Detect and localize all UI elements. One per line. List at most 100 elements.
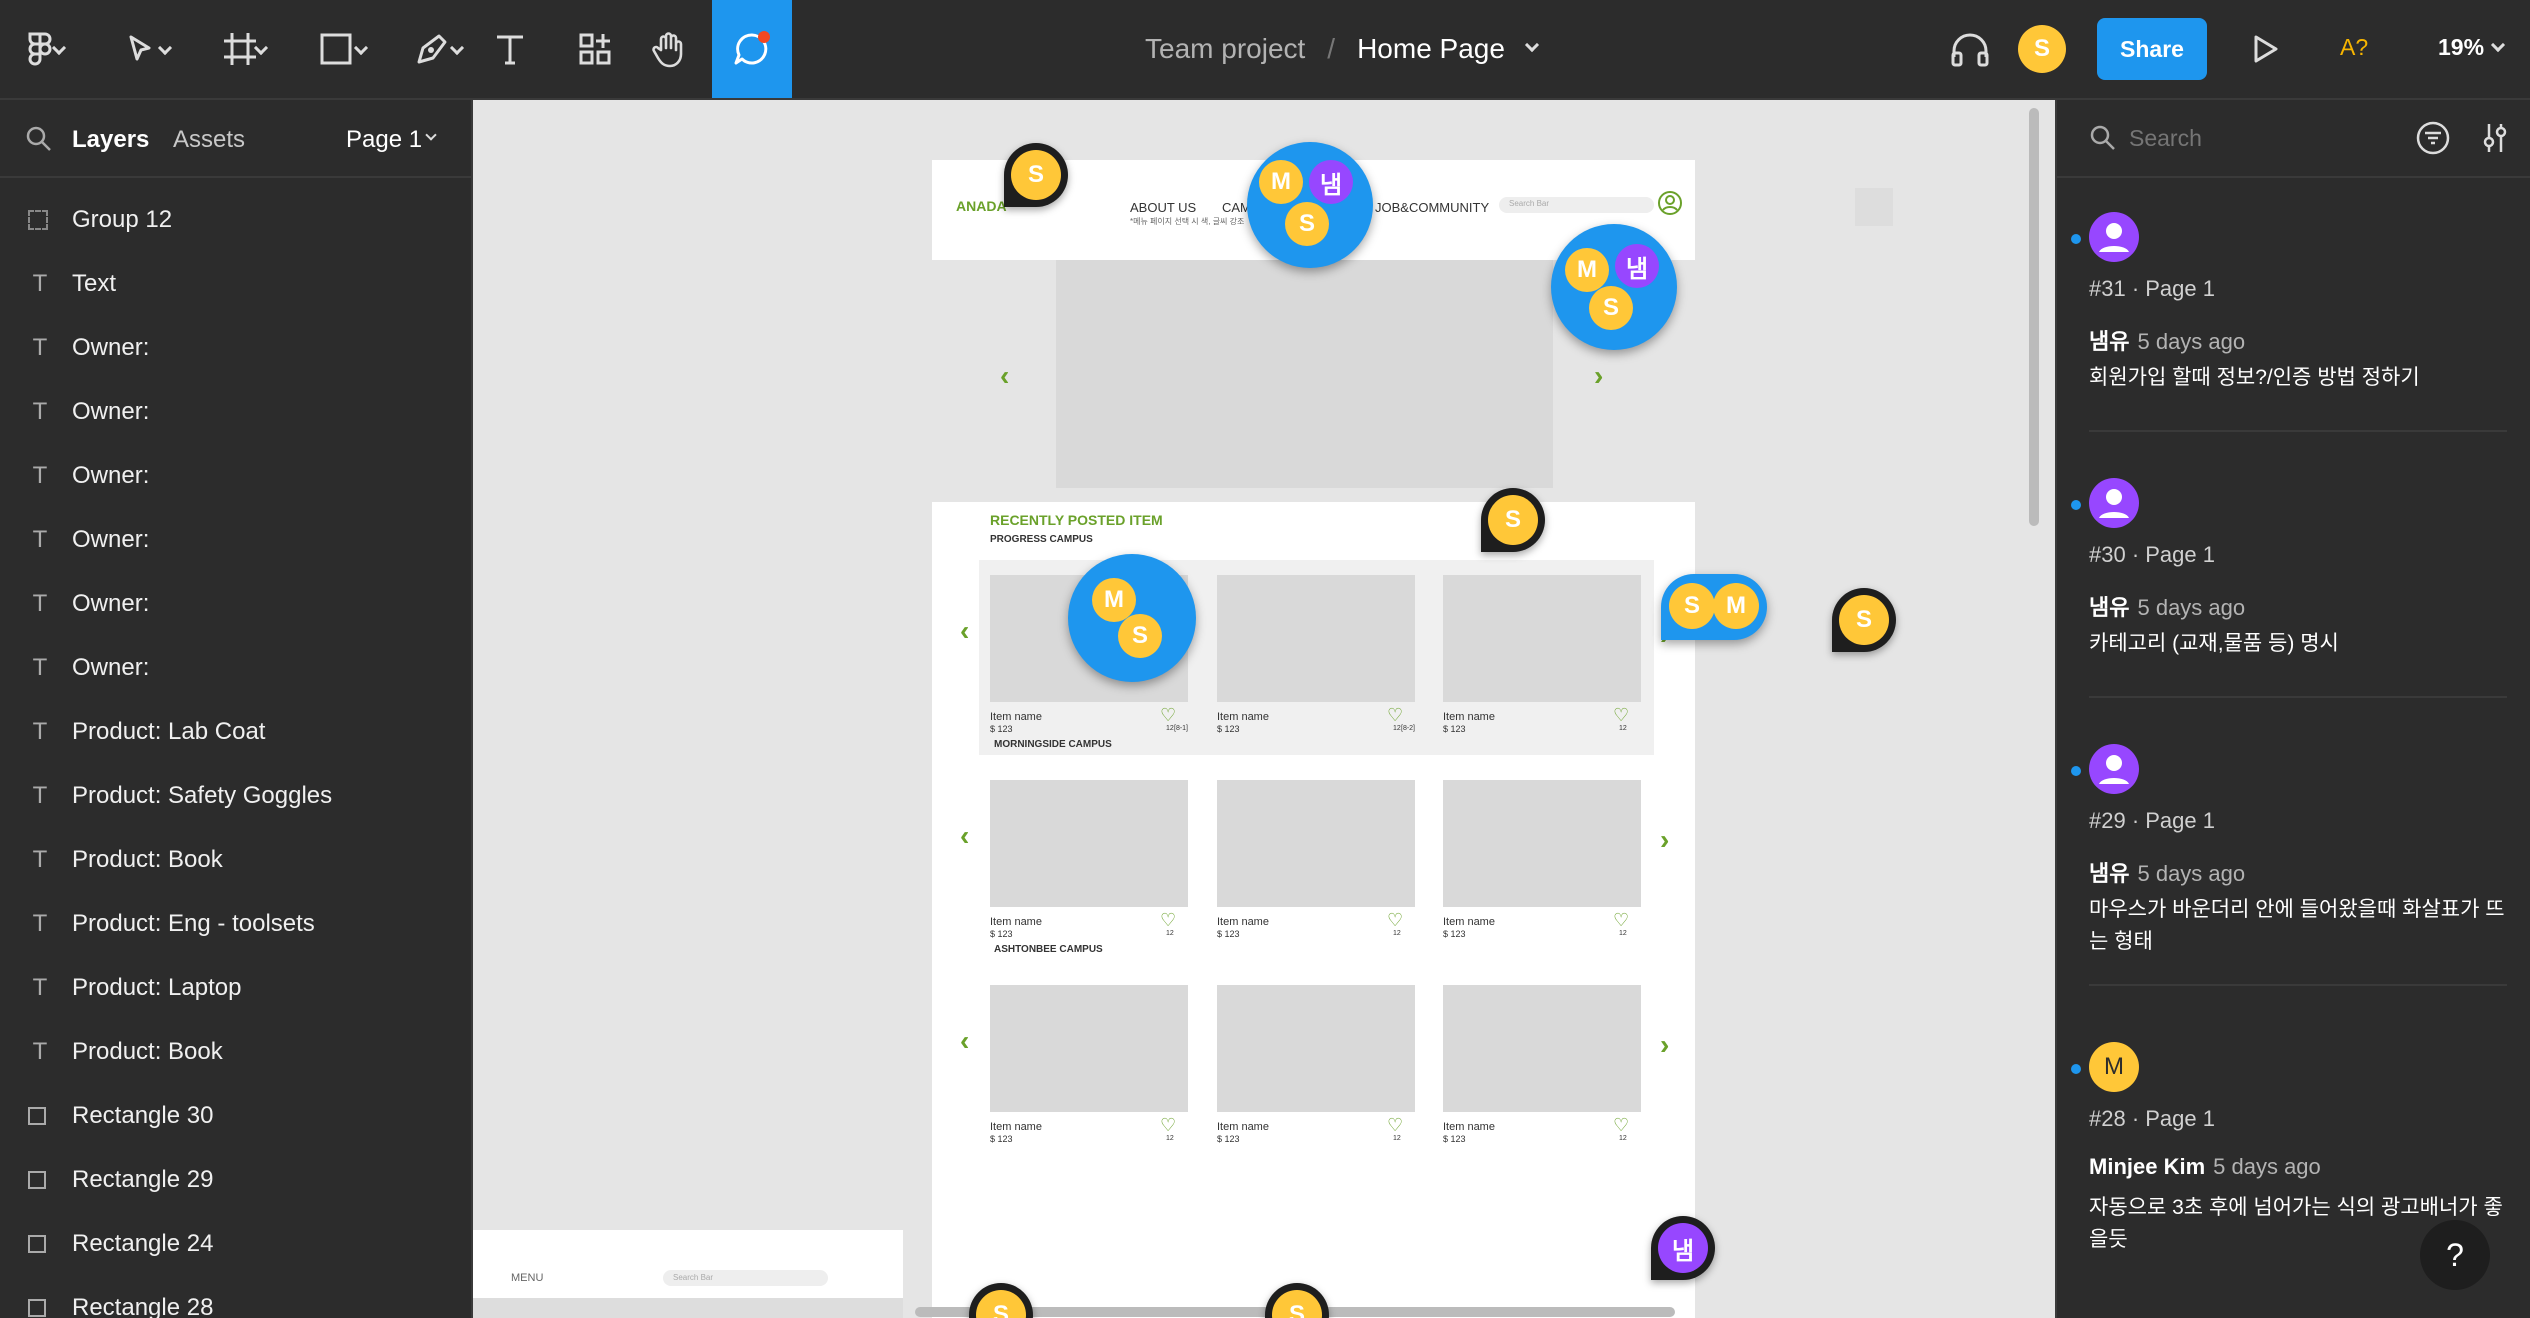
layer-row[interactable]: T Owner: <box>0 572 471 636</box>
layer-row[interactable]: T Product: Lab Coat <box>0 700 471 764</box>
nav-about: ABOUT US <box>1130 200 1197 215</box>
carousel-prev-icon: ‹ <box>960 1025 970 1056</box>
comment-pin[interactable]: S <box>1832 588 1896 652</box>
layer-row[interactable]: Rectangle 24 <box>0 1212 471 1276</box>
present-button[interactable] <box>2240 0 2290 98</box>
search-icon[interactable] <box>26 126 52 152</box>
comment-cluster[interactable]: M냄S <box>1551 224 1677 350</box>
zoom-level[interactable]: 19% <box>2438 34 2484 61</box>
small-frame[interactable] <box>1855 188 1893 226</box>
layer-row[interactable]: Rectangle 30 <box>0 1084 471 1148</box>
help-button[interactable]: ? <box>2420 1220 2490 1290</box>
layer-row[interactable]: T Text <box>0 252 471 316</box>
campus-label: ASHTONBEE CAMPUS <box>994 944 1103 955</box>
item-image <box>1443 780 1641 907</box>
layer-label: Owner: <box>72 590 150 617</box>
layer-label: Owner: <box>72 654 150 681</box>
comment-author-line: 냄유 5 days ago <box>2089 324 2245 356</box>
move-tool-button[interactable] <box>100 0 180 98</box>
comment-author: 냄유 <box>2089 595 2130 620</box>
menu-search-placeholder: Search Bar <box>673 1273 714 1282</box>
collaborator-avatar: S <box>976 1290 1026 1318</box>
menu-frame[interactable]: MENU Search Bar <box>473 1230 903 1318</box>
text-tool-button[interactable] <box>480 0 540 98</box>
comment-pin[interactable]: S <box>1004 143 1068 207</box>
chevron-down-icon <box>157 40 173 56</box>
item-image <box>1443 575 1641 702</box>
like-count: 12 <box>1393 1135 1401 1142</box>
item-image <box>990 985 1188 1112</box>
share-button[interactable]: Share <box>2097 18 2207 80</box>
rectangle-icon <box>28 1299 46 1317</box>
tab-layers[interactable]: Layers <box>72 126 149 154</box>
layer-row[interactable]: Rectangle 29 <box>0 1148 471 1212</box>
chevron-down-icon[interactable] <box>2490 37 2506 53</box>
item-name: Item name <box>1217 711 1269 723</box>
unread-indicator <box>2071 500 2081 510</box>
layer-row[interactable]: T Owner: <box>0 380 471 444</box>
tab-assets[interactable]: Assets <box>173 126 245 154</box>
chevron-down-icon[interactable] <box>425 129 437 141</box>
comment-cluster[interactable]: M냄S <box>1247 142 1373 268</box>
user-avatar[interactable]: S <box>2018 25 2066 73</box>
audio-button[interactable] <box>1945 0 1995 98</box>
filter-icon[interactable] <box>2415 120 2451 156</box>
item-price: $ 123 <box>1217 929 1240 939</box>
canvas[interactable]: ANADA ABOUT US CAM *메뉴 페이지 선택 시 색, 글씨 강조… <box>473 100 2055 1318</box>
layer-row[interactable]: T Owner: <box>0 316 471 380</box>
main-menu-button[interactable] <box>0 0 80 98</box>
item-price: $ 123 <box>990 1134 1013 1144</box>
comments-search-input[interactable] <box>2129 120 2379 156</box>
like-count: 12 <box>1166 725 1174 732</box>
comment-text: 마우스가 바운더리 안에 들어왔을때 화살표가 뜨는 형태 <box>2089 898 2505 953</box>
hand-tool-button[interactable] <box>640 0 700 98</box>
pen-tool-button[interactable] <box>392 0 472 98</box>
layer-row[interactable]: T Owner: <box>0 444 471 508</box>
like-count: 12 <box>1393 725 1401 732</box>
page-selector[interactable]: Page 1 <box>346 126 422 154</box>
comment-divider <box>2089 430 2507 432</box>
file-title[interactable]: Team project / Home Page <box>1145 0 1547 98</box>
item-name: Item name <box>1443 916 1495 928</box>
chevron-down-icon[interactable] <box>1524 37 1540 53</box>
comment-pin[interactable]: 냄 <box>1651 1216 1715 1280</box>
unread-indicator <box>2071 766 2081 776</box>
layer-label: Rectangle 24 <box>72 1230 214 1257</box>
layer-row[interactable]: T Product: Eng - toolsets <box>0 892 471 956</box>
text-icon: T <box>32 590 48 617</box>
project-name[interactable]: Team project <box>1145 33 1305 65</box>
layer-row[interactable]: T Product: Laptop <box>0 956 471 1020</box>
settings-sliders-icon[interactable] <box>2477 120 2513 156</box>
missing-fonts-button[interactable]: A? <box>2340 34 2368 61</box>
shape-tool-button[interactable] <box>296 0 376 98</box>
layer-row[interactable]: T Product: Book <box>0 1020 471 1084</box>
user-profile-icon <box>1658 191 1682 215</box>
collaborator-avatar: M <box>1259 160 1303 204</box>
comment-time: 5 days ago <box>2213 1154 2321 1179</box>
frame-tool-button[interactable] <box>200 0 280 98</box>
text-icon: T <box>32 910 48 937</box>
comment-tool-button[interactable] <box>712 0 792 98</box>
comment-text: 회원가입 할때 정보?/인증 방법 정하기 <box>2089 366 2420 389</box>
site-logo: ANADA <box>956 198 1007 214</box>
file-name[interactable]: Home Page <box>1357 33 1505 65</box>
layer-row[interactable]: T Owner: <box>0 508 471 572</box>
comments-search-row <box>2057 100 2530 178</box>
comment-pin[interactable]: S <box>1481 488 1545 552</box>
comment-cluster[interactable]: SM <box>1661 574 1767 640</box>
layer-row[interactable]: T Product: Book <box>0 828 471 892</box>
like-count: 12 <box>1166 930 1174 937</box>
comment-cluster[interactable]: MS <box>1068 554 1196 682</box>
item-image <box>1217 575 1415 702</box>
canvas-vertical-scrollbar[interactable] <box>2029 108 2039 526</box>
layer-row[interactable]: Group 12 <box>0 188 471 252</box>
heart-icon: ♡ <box>1613 910 1630 930</box>
layer-row[interactable]: T Product: Safety Goggles <box>0 764 471 828</box>
collaborator-avatar: 냄 <box>1615 244 1659 288</box>
resources-button[interactable] <box>565 0 625 98</box>
cursor-icon <box>129 35 151 61</box>
comment-avatar <box>2089 212 2139 262</box>
text-icon: T <box>32 974 48 1001</box>
layer-row[interactable]: Rectangle 28 <box>0 1276 471 1318</box>
layer-row[interactable]: T Owner: <box>0 636 471 700</box>
